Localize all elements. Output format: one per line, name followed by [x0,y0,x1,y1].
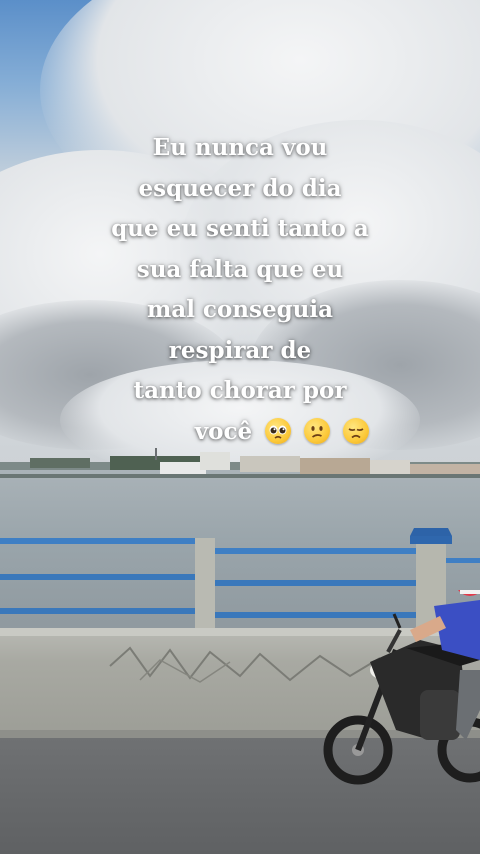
distant-city-skyline [0,448,480,478]
story-scene: Eu nunca vou esquecer do dia que eu sent… [0,0,480,854]
caption-line: mal conseguia [146,296,334,323]
confused-face-icon [304,417,331,444]
caption-last-line: você [80,412,400,453]
story-caption: Eu nunca vou esquecer do dia que eu sent… [80,128,400,452]
caption-line: Eu nunca vou [152,134,328,161]
caption-line: tanto chorar por [133,377,347,404]
caption-line: que eu senti tanto a [111,215,369,242]
caption-last-word: você [194,417,253,445]
caption-line: esquecer do dia [138,174,342,202]
caption-line: sua falta que eu [136,255,344,283]
motorcycle-rider [323,590,480,785]
pleading-face-icon [265,417,292,444]
disappointed-face-icon [343,417,370,444]
caption-line: respirar de [168,336,312,364]
